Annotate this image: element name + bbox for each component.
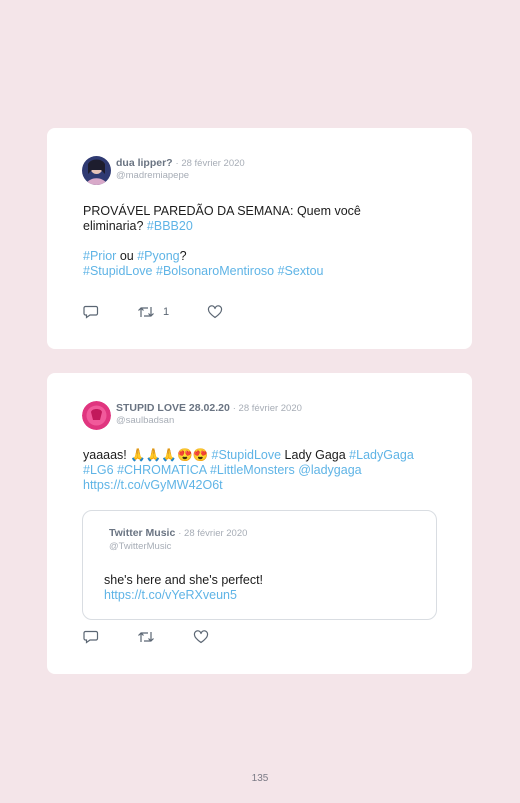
tweet-text: yaaaas! 🙏🙏🙏😍😍 #StupidLove Lady Gaga #Lad… [83,448,443,493]
retweet-button[interactable]: 1 [137,305,169,319]
hashtag-link[interactable]: #Pyong [137,249,179,263]
author-handle[interactable]: @madremiapepe [116,170,245,182]
tweet-date[interactable]: · 28 février 2020 [233,403,302,414]
tweet-line: #LG6 #CHROMATICA #LittleMonsters @ladyga… [83,463,443,478]
url-link[interactable]: https://t.co/vYeRXveun5 [104,588,237,602]
retweet-icon [137,305,155,319]
tweet-header: dua lipper? · 28 février 2020 @madremiap… [82,156,245,185]
author-name[interactable]: STUPID LOVE 28.02.20 [116,402,230,414]
page-number: 135 [251,773,269,784]
reply-icon [83,630,99,644]
hashtag-link[interactable]: #StupidLove [212,448,282,462]
retweet-count: 1 [163,306,170,318]
hashtag-link[interactable]: #LadyGaga [349,448,414,462]
tweet-line: #StupidLove #BolsonaroMentiroso #Sextou [83,264,433,279]
like-icon [207,305,223,319]
like-button[interactable] [207,305,223,319]
avatar[interactable] [82,156,111,185]
author-name[interactable]: dua lipper? [116,157,173,169]
hashtag-link[interactable]: #BolsonaroMentiroso [156,264,274,278]
retweet-icon [137,630,155,644]
tweet-text-segment: ou [116,249,138,263]
hashtag-link[interactable]: #StupidLove [83,264,153,278]
hashtag-link[interactable]: #Prior [83,249,116,263]
quoted-tweet[interactable]: Twitter Music · 28 février 2020 @Twitter… [82,510,437,620]
quoted-author-handle[interactable]: @TwitterMusic [109,540,247,553]
hashtag-link[interactable]: #LG6 [83,463,114,477]
tweet-card-1: dua lipper? · 28 février 2020 @madremiap… [47,128,472,349]
like-icon [193,630,209,644]
quoted-tweet-line: https://t.co/vYeRXveun5 [104,588,263,603]
tweet-line: https://t.co/vGyMW42O6t [83,478,443,493]
tweet-line: eliminaria? #BBB20 [83,219,433,234]
tweet-header: STUPID LOVE 28.02.20 · 28 février 2020 @… [82,401,302,430]
hashtag-link[interactable]: #LittleMonsters [210,463,295,477]
quoted-author-name[interactable]: Twitter Music [109,527,175,539]
tweet-line: #Prior ou #Pyong? [83,249,433,264]
tweet-line: yaaaas! 🙏🙏🙏😍😍 #StupidLove Lady Gaga #Lad… [83,448,443,463]
tweet-text-segment: eliminaria? [83,219,147,233]
avatar[interactable] [82,401,111,430]
tweet-actions [83,630,247,644]
tweet-card-2: STUPID LOVE 28.02.20 · 28 février 2020 @… [47,373,472,674]
hashtag-link[interactable]: #CHROMATICA [117,463,206,477]
tweet-line: PROVÁVEL PAREDÃO DA SEMANA: Quem você [83,204,361,218]
hashtag-link[interactable]: #BBB20 [147,219,193,233]
tweet-text-segment: ? [179,249,187,263]
quoted-tweet-text: she's here and she's perfect! https://t.… [104,573,263,603]
author-handle[interactable]: @saulbadsan [116,415,302,427]
tweet-text-segment: Lady Gaga [281,448,350,462]
quoted-tweet-date[interactable]: · 28 février 2020 [178,528,247,539]
reply-button[interactable] [83,305,99,319]
tweet-text: PROVÁVEL PAREDÃO DA SEMANA: Quem você el… [83,204,433,279]
quoted-tweet-header: Twitter Music · 28 février 2020 @Twitter… [109,527,247,553]
like-button[interactable] [193,630,209,644]
tweet-text-segment: yaaaas! 🙏🙏🙏😍😍 [83,448,212,462]
url-link[interactable]: https://t.co/vGyMW42O6t [83,478,223,492]
retweet-button[interactable] [137,630,155,644]
reply-button[interactable] [83,630,99,644]
tweet-date[interactable]: · 28 février 2020 [176,158,245,169]
hashtag-link[interactable]: #Sextou [278,264,324,278]
mention-link[interactable]: @ladygaga [298,463,361,477]
reply-icon [83,305,99,319]
tweet-actions: 1 [83,305,261,319]
quoted-tweet-line: she's here and she's perfect! [104,573,264,587]
